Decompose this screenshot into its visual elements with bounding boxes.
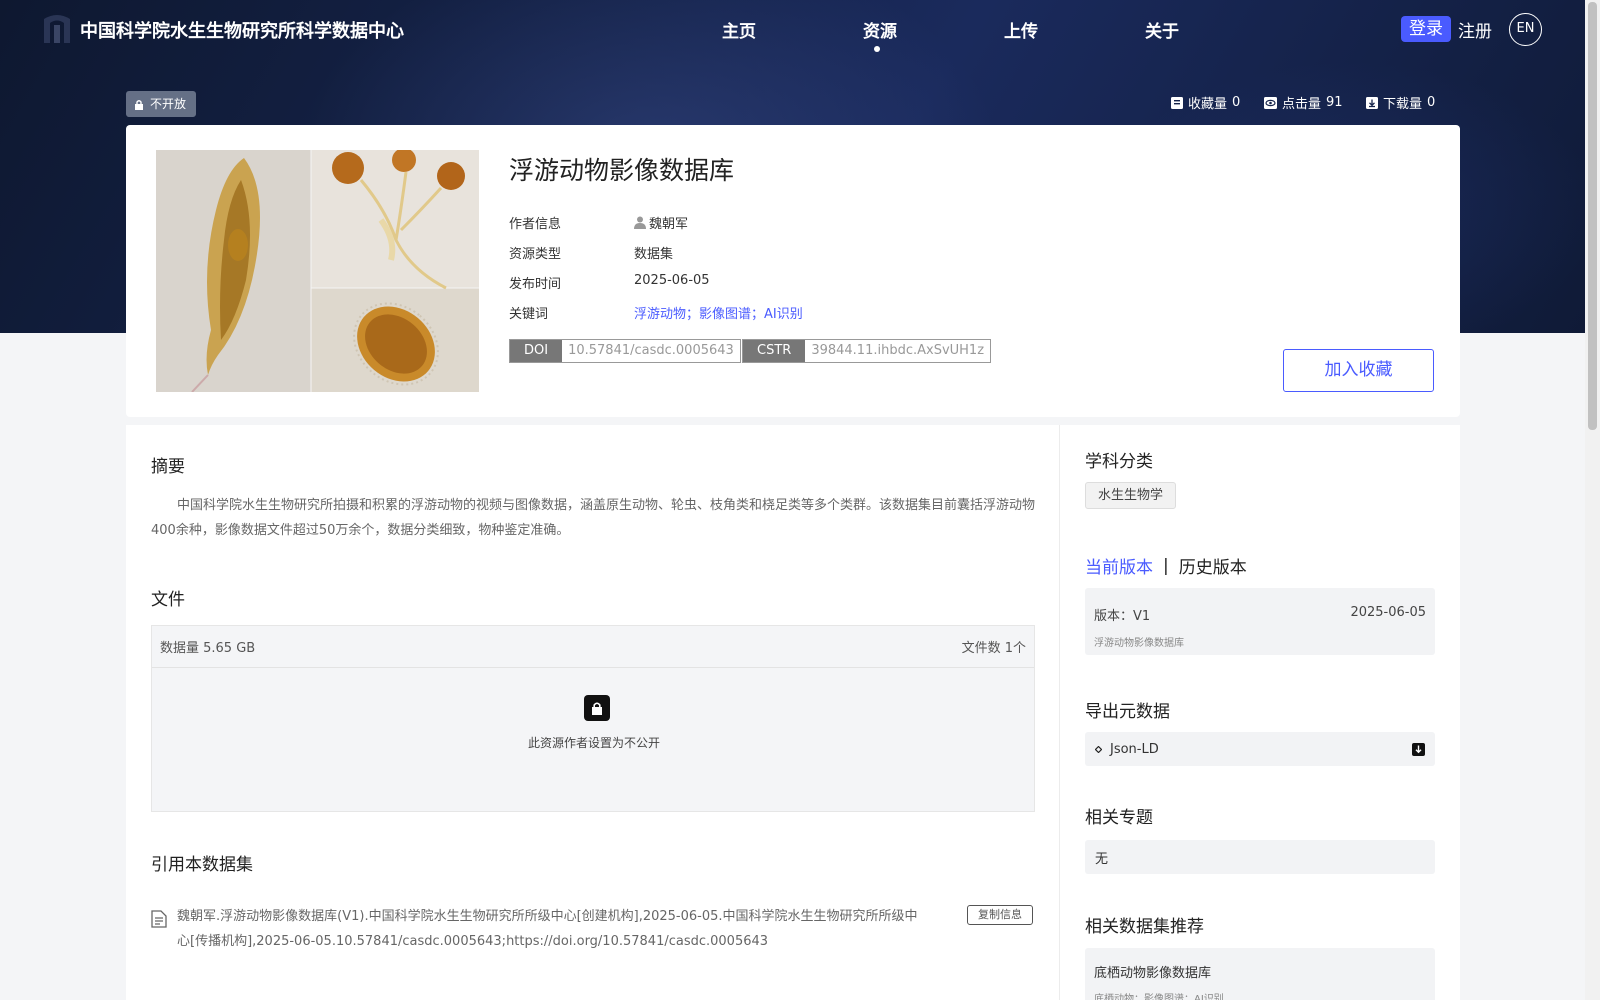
export-heading: 导出元数据: [1085, 702, 1170, 722]
cstr-label: CSTR: [743, 340, 806, 362]
file-count: 文件数 1个: [961, 641, 1026, 656]
copy-citation-button[interactable]: 复制信息: [967, 905, 1033, 925]
doi-label: DOI: [510, 340, 563, 362]
citation-heading: 引用本数据集: [151, 855, 253, 875]
download-icon[interactable]: [1412, 742, 1425, 756]
export-format: Json-LD: [1110, 741, 1159, 757]
cstr-value: 39844.11.ihbdc.AxSvUH1z: [811, 343, 985, 358]
recommended-dataset-tags: 底栖动物；影像图谱；AI识别: [1094, 994, 1224, 1000]
active-nav-indicator: [874, 46, 880, 52]
related-topics-value: 无: [1085, 840, 1435, 874]
document-icon: [151, 910, 167, 928]
type-value: 数据集: [634, 247, 674, 262]
publish-date-label: 发布时间: [509, 277, 562, 292]
nav-resources[interactable]: 资源: [863, 17, 897, 42]
publish-date-value: 2025-06-05: [634, 273, 710, 288]
dataset-cover-image: [156, 150, 479, 392]
login-button[interactable]: 登录: [1401, 16, 1451, 42]
version-date: 2025-06-05: [1350, 605, 1426, 620]
favorites-count: 收藏量 0: [1171, 93, 1240, 112]
download-icon: [1366, 96, 1378, 109]
resource-title: 浮游动物影像数据库: [509, 156, 735, 185]
nav-about[interactable]: 关于: [1145, 17, 1179, 42]
access-status-badge: 不开放: [126, 91, 197, 117]
citation-text: 魏朝军.浮游动物影像数据库(V1).中国科学院水生生物研究所所级中心[创建机构]…: [177, 909, 918, 949]
recommended-datasets-heading: 相关数据集推荐: [1085, 917, 1204, 937]
diamond-icon: [1095, 745, 1102, 753]
files-heading: 文件: [151, 590, 185, 610]
locked-message: 此资源作者设置为不公开: [527, 736, 660, 750]
version-name: 浮游动物影像数据库: [1094, 638, 1184, 649]
author-value[interactable]: 魏朝军: [634, 213, 688, 232]
scrollbar-thumb[interactable]: [1588, 2, 1597, 430]
keywords-label: 关键词: [509, 307, 549, 322]
nav-home[interactable]: 主页: [722, 17, 756, 42]
keywords-links[interactable]: 浮游动物；影像图谱；AI识别: [634, 303, 803, 322]
abstract-heading: 摘要: [151, 457, 185, 477]
author-label: 作者信息: [509, 217, 562, 232]
export-metadata-item[interactable]: Json-LD: [1085, 732, 1435, 766]
tab-separator: |: [1163, 555, 1169, 576]
right-sidebar: 学科分类 水生生物学 当前版本 | 历史版本 版本：V1 2025-06-05 …: [1059, 425, 1460, 1000]
lock-icon: [135, 99, 143, 110]
bookmark-icon: [1171, 96, 1183, 109]
eye-icon: [1264, 96, 1277, 109]
doi-tag[interactable]: DOI 10.57841/casdc.0005643: [509, 339, 741, 363]
downloads-count: 下载量 0: [1366, 93, 1435, 112]
main-content-panel: 摘要 中国科学院水生生物研究所拍摄和积累的浮游动物的视频与图像数据，涵盖原生动物…: [126, 425, 1059, 1000]
user-icon: [634, 216, 646, 229]
resource-summary-card: 浮游动物影像数据库 作者信息 魏朝军 资源类型 数据集 发布时间 2025-06…: [126, 125, 1460, 417]
cstr-tag[interactable]: CSTR 39844.11.ihbdc.AxSvUH1z: [742, 339, 992, 363]
tab-current-version[interactable]: 当前版本: [1085, 553, 1153, 578]
logo-icon: [44, 15, 70, 43]
add-favorite-button[interactable]: 加入收藏: [1283, 349, 1434, 392]
nav-upload[interactable]: 上传: [1004, 17, 1038, 42]
type-label: 资源类型: [509, 247, 562, 262]
abstract-text: 中国科学院水生生物研究所拍摄和积累的浮游动物的视频与图像数据，涵盖原生动物、轮虫…: [151, 498, 1036, 538]
site-title[interactable]: 中国科学院水生生物研究所科学数据中心: [80, 17, 404, 43]
version-card[interactable]: 版本：V1 2025-06-05 浮游动物影像数据库: [1085, 588, 1435, 655]
doi-value: 10.57841/casdc.0005643: [568, 343, 734, 358]
register-button[interactable]: 注册: [1458, 17, 1492, 42]
tab-history-version[interactable]: 历史版本: [1179, 553, 1247, 578]
recommended-dataset-title: 底栖动物影像数据库: [1094, 966, 1212, 981]
file-list-header: 数据量 5.65 GB 文件数 1个: [152, 626, 1034, 668]
page-scrollbar[interactable]: [1585, 0, 1600, 1000]
recommended-dataset-card[interactable]: 底栖动物影像数据库 底栖动物；影像图谱；AI识别: [1085, 948, 1435, 1000]
subject-chip[interactable]: 水生生物学: [1085, 482, 1177, 509]
data-size: 数据量 5.65 GB: [160, 641, 256, 656]
top-header: 中国科学院水生生物研究所科学数据中心 主页 资源 上传 关于 登录 注册 EN: [0, 0, 1600, 60]
locked-lock-icon: [584, 695, 610, 721]
language-toggle-button[interactable]: EN: [1509, 13, 1542, 46]
version-label: 版本：V1: [1094, 609, 1151, 624]
clicks-count: 点击量 91: [1264, 93, 1343, 112]
file-list-box: 数据量 5.65 GB 文件数 1个 此资源作者设置为不公开: [151, 625, 1035, 812]
subject-heading: 学科分类: [1085, 452, 1153, 472]
access-status-label: 不开放: [150, 97, 187, 111]
related-topics-heading: 相关专题: [1085, 808, 1153, 828]
version-tabs: 当前版本 | 历史版本: [1085, 553, 1247, 579]
